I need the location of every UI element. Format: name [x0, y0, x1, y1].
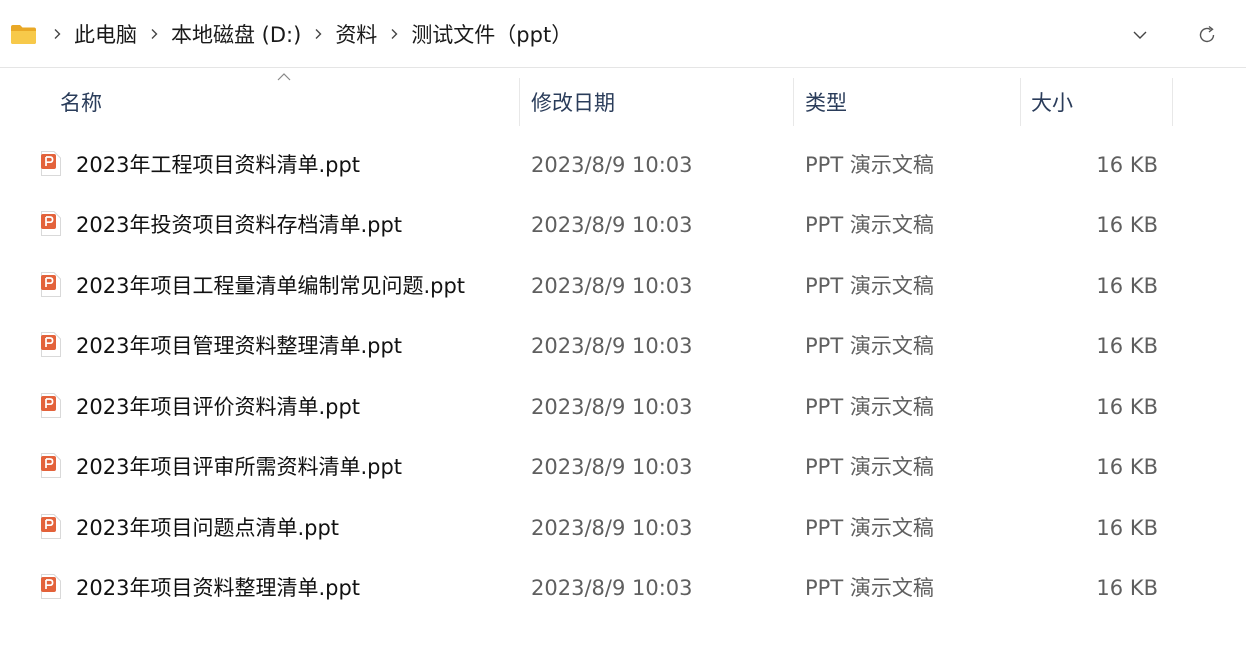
file-modified: 2023/8/9 10:03: [531, 153, 693, 177]
sort-ascending-icon: [277, 73, 291, 81]
column-divider[interactable]: [1020, 78, 1021, 126]
file-name: 2023年项目评审所需资料清单.ppt: [76, 455, 403, 479]
file-row[interactable]: 2023年项目问题点清单.ppt 2023/8/9 10:03 PPT 演示文稿…: [30, 499, 1190, 559]
file-type: PPT 演示文稿: [805, 395, 934, 419]
file-modified: 2023/8/9 10:03: [531, 395, 693, 419]
file-modified: 2023/8/9 10:03: [531, 576, 693, 600]
chevron-right-icon[interactable]: [46, 23, 68, 45]
file-size: 16 KB: [1096, 576, 1158, 600]
file-modified: 2023/8/9 10:03: [531, 455, 693, 479]
chevron-right-icon[interactable]: [307, 23, 329, 45]
ppt-file-icon: [41, 393, 61, 418]
file-type: PPT 演示文稿: [805, 274, 934, 298]
breadcrumb-local-disk-d[interactable]: 本地磁盘 (D:): [165, 13, 307, 55]
file-size: 16 KB: [1096, 395, 1158, 419]
chevron-down-icon: [1133, 31, 1147, 39]
column-divider[interactable]: [519, 78, 520, 126]
address-history-dropdown[interactable]: [1126, 22, 1154, 48]
file-size: 16 KB: [1096, 274, 1158, 298]
ppt-file-icon: [41, 453, 61, 478]
file-row[interactable]: 2023年项目评价资料清单.ppt 2023/8/9 10:03 PPT 演示文…: [30, 378, 1190, 438]
file-row[interactable]: 2023年项目管理资料整理清单.ppt 2023/8/9 10:03 PPT 演…: [30, 317, 1190, 377]
ppt-file-icon: [41, 211, 61, 236]
refresh-button[interactable]: [1192, 20, 1222, 50]
file-row[interactable]: 2023年项目评审所需资料清单.ppt 2023/8/9 10:03 PPT 演…: [30, 438, 1190, 498]
breadcrumb-this-pc[interactable]: 此电脑: [68, 13, 143, 55]
file-type: PPT 演示文稿: [805, 334, 934, 358]
file-name: 2023年项目工程量清单编制常见问题.ppt: [76, 274, 466, 298]
ppt-file-icon: [41, 574, 61, 599]
file-size: 16 KB: [1096, 455, 1158, 479]
file-name: 2023年项目评价资料清单.ppt: [76, 395, 361, 419]
file-row[interactable]: 2023年工程项目资料清单.ppt 2023/8/9 10:03 PPT 演示文…: [30, 136, 1190, 196]
file-modified: 2023/8/9 10:03: [531, 213, 693, 237]
ppt-file-icon: [41, 272, 61, 297]
file-row[interactable]: 2023年投资项目资料存档清单.ppt 2023/8/9 10:03 PPT 演…: [30, 196, 1190, 256]
breadcrumb: 此电脑 本地磁盘 (D:) 资料 测试文件（ppt）: [46, 0, 578, 68]
ppt-file-icon: [41, 514, 61, 539]
folder-icon: [11, 25, 36, 44]
refresh-icon: [1199, 25, 1215, 43]
file-type: PPT 演示文稿: [805, 455, 934, 479]
file-type: PPT 演示文稿: [805, 213, 934, 237]
file-type: PPT 演示文稿: [805, 516, 934, 540]
file-modified: 2023/8/9 10:03: [531, 274, 693, 298]
file-name: 2023年项目管理资料整理清单.ppt: [76, 334, 403, 358]
breadcrumb-materials[interactable]: 资料: [329, 13, 383, 55]
file-type: PPT 演示文稿: [805, 153, 934, 177]
ppt-file-icon: [41, 151, 61, 176]
file-name: 2023年项目问题点清单.ppt: [76, 516, 340, 540]
file-type: PPT 演示文稿: [805, 576, 934, 600]
column-divider[interactable]: [1172, 78, 1173, 126]
ppt-file-icon: [41, 332, 61, 357]
column-header-type[interactable]: 类型: [805, 86, 847, 120]
column-header-size[interactable]: 大小: [1031, 86, 1073, 120]
file-name: 2023年投资项目资料存档清单.ppt: [76, 213, 403, 237]
file-row[interactable]: 2023年项目资料整理清单.ppt 2023/8/9 10:03 PPT 演示文…: [30, 559, 1190, 619]
file-name: 2023年项目资料整理清单.ppt: [76, 576, 361, 600]
file-modified: 2023/8/9 10:03: [531, 516, 693, 540]
file-size: 16 KB: [1096, 334, 1158, 358]
column-divider[interactable]: [793, 78, 794, 126]
file-size: 16 KB: [1096, 516, 1158, 540]
column-header-name[interactable]: 名称: [60, 86, 102, 120]
column-header-modified[interactable]: 修改日期: [531, 86, 615, 120]
file-explorer-window: 此电脑 本地磁盘 (D:) 资料 测试文件（ppt） 名称 修改日期 类型 大小…: [0, 0, 1246, 665]
file-size: 16 KB: [1096, 153, 1158, 177]
breadcrumb-test-files[interactable]: 测试文件（ppt）: [405, 13, 578, 55]
file-row[interactable]: 2023年项目工程量清单编制常见问题.ppt 2023/8/9 10:03 PP…: [30, 257, 1190, 317]
file-modified: 2023/8/9 10:03: [531, 334, 693, 358]
address-bar[interactable]: 此电脑 本地磁盘 (D:) 资料 测试文件（ppt）: [0, 0, 1246, 68]
chevron-right-icon[interactable]: [383, 23, 405, 45]
file-name: 2023年工程项目资料清单.ppt: [76, 153, 361, 177]
file-size: 16 KB: [1096, 213, 1158, 237]
chevron-right-icon[interactable]: [143, 23, 165, 45]
